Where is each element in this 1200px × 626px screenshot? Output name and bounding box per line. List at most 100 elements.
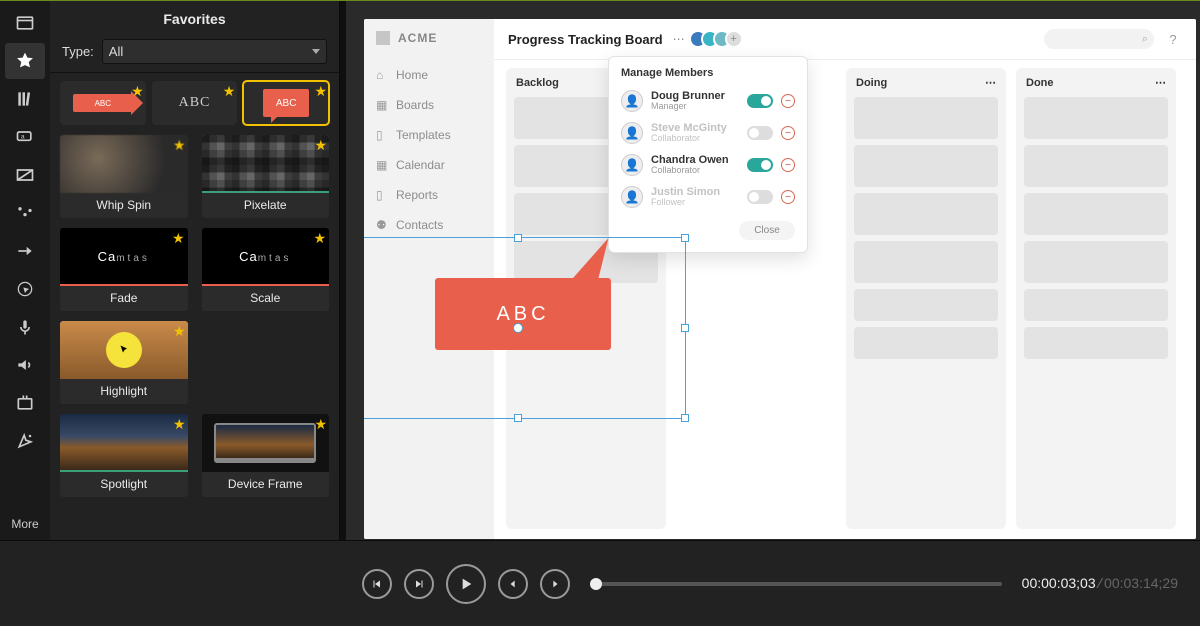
abc-text-icon: ABC xyxy=(179,95,211,111)
fav-card-whip-spin[interactable]: ★ Whip Spin xyxy=(60,135,188,218)
tool-audio-effects[interactable] xyxy=(5,347,45,383)
board-avatars[interactable]: + xyxy=(695,30,743,48)
canvas-area: ACME ⌂Home ▦Boards ▯Templates ▦Calendar … xyxy=(346,1,1200,541)
fav-card-scale[interactable]: Camtas★ Scale xyxy=(202,228,330,311)
card-placeholder[interactable] xyxy=(854,327,998,359)
member-toggle[interactable] xyxy=(747,126,773,140)
card-placeholder[interactable] xyxy=(854,145,998,187)
column-doing: Doing⋯ xyxy=(846,68,1006,529)
favorites-panel: Favorites Type: All ABC ★ ABC ★ ABC xyxy=(50,1,340,541)
star-icon[interactable]: ★ xyxy=(173,137,186,154)
avatar-icon: 👤 xyxy=(621,154,643,176)
card-placeholder[interactable] xyxy=(854,193,998,235)
type-label: Type: xyxy=(62,44,94,59)
star-icon[interactable]: ★ xyxy=(313,230,327,247)
tool-behaviors[interactable] xyxy=(5,195,45,231)
mock-search[interactable]: ⌕ xyxy=(1044,29,1154,49)
card-placeholder[interactable] xyxy=(1024,289,1168,321)
column-done: Done ⋯ xyxy=(1016,68,1176,529)
star-icon[interactable]: ★ xyxy=(314,416,327,433)
resize-handle[interactable] xyxy=(681,414,689,422)
fav-card-device-frame[interactable]: ★ Device Frame xyxy=(202,414,330,497)
mock-nav-calendar[interactable]: ▦Calendar xyxy=(364,151,494,179)
tool-interactivity[interactable] xyxy=(5,423,45,459)
card-placeholder[interactable] xyxy=(854,97,998,139)
play-button[interactable] xyxy=(446,564,486,604)
next-clip-button[interactable] xyxy=(540,569,570,599)
remove-member-icon[interactable]: − xyxy=(781,94,795,108)
fav-card-highlight[interactable]: ★ Highlight xyxy=(60,321,188,404)
callout-annotation[interactable]: ABC xyxy=(435,278,611,350)
card-placeholder[interactable] xyxy=(1024,145,1168,187)
tool-transitions[interactable] xyxy=(5,157,45,193)
star-icon[interactable]: ★ xyxy=(223,83,236,100)
fav-label: Scale xyxy=(202,286,330,311)
tool-library[interactable] xyxy=(5,81,45,117)
card-placeholder[interactable] xyxy=(1024,241,1168,283)
star-icon[interactable]: ★ xyxy=(131,83,144,100)
next-frame-button[interactable] xyxy=(404,569,434,599)
scrub-knob[interactable] xyxy=(590,578,602,590)
tool-cursor-effects[interactable] xyxy=(5,271,45,307)
star-icon[interactable]: ★ xyxy=(173,323,186,340)
fav-arrow-callout[interactable]: ABC ★ xyxy=(60,81,146,125)
tool-voice[interactable] xyxy=(5,309,45,345)
fav-label: Spotlight xyxy=(60,472,188,497)
scrub-bar[interactable] xyxy=(590,582,1002,586)
tool-animations[interactable] xyxy=(5,233,45,269)
resize-handle[interactable] xyxy=(681,234,689,242)
resize-handle[interactable] xyxy=(681,324,689,332)
star-icon[interactable]: ★ xyxy=(314,83,327,100)
tool-annotations[interactable]: a xyxy=(5,119,45,155)
resize-handle[interactable] xyxy=(514,234,522,242)
board-menu-icon[interactable]: ⋯ xyxy=(673,32,685,46)
rotate-handle[interactable] xyxy=(513,323,523,333)
popup-close-button[interactable]: Close xyxy=(739,221,795,240)
mock-nav-contacts[interactable]: ⚉Contacts xyxy=(364,211,494,239)
column-title: Done xyxy=(1026,77,1054,89)
mock-nav-home[interactable]: ⌂Home xyxy=(364,61,494,89)
fav-label: Whip Spin xyxy=(60,193,188,218)
column-menu-icon[interactable]: ⋯ xyxy=(985,76,996,89)
tool-visual-effects[interactable] xyxy=(5,385,45,421)
mock-nav-reports[interactable]: ▯Reports xyxy=(364,181,494,209)
fav-label: Pixelate xyxy=(202,193,330,218)
tool-media-bin[interactable] xyxy=(5,5,45,41)
prev-frame-button[interactable] xyxy=(362,569,392,599)
star-icon[interactable]: ★ xyxy=(314,137,327,154)
card-placeholder[interactable] xyxy=(1024,97,1168,139)
fav-card-spotlight[interactable]: ★ Spotlight xyxy=(60,414,188,497)
member-toggle[interactable] xyxy=(747,190,773,204)
fav-speech-callout[interactable]: ABC ★ xyxy=(243,81,329,125)
column-menu-icon[interactable]: ⋯ xyxy=(1155,76,1166,89)
prev-clip-button[interactable] xyxy=(498,569,528,599)
mock-nav-templates[interactable]: ▯Templates xyxy=(364,121,494,149)
member-toggle[interactable] xyxy=(747,94,773,108)
timecode: 00:00:03;03/00:03:14;29 xyxy=(1022,575,1178,593)
preview-canvas[interactable]: ACME ⌂Home ▦Boards ▯Templates ▦Calendar … xyxy=(364,19,1196,539)
type-select[interactable]: All xyxy=(102,39,327,64)
fav-card-pixelate[interactable]: ★ Pixelate xyxy=(202,135,330,218)
callout-selection[interactable]: ABC xyxy=(364,237,686,419)
remove-member-icon[interactable]: − xyxy=(781,126,795,140)
star-icon[interactable]: ★ xyxy=(173,416,186,433)
mock-help[interactable]: ? xyxy=(1164,32,1182,47)
card-placeholder[interactable] xyxy=(854,289,998,321)
fav-card-fade[interactable]: Camtas★ Fade xyxy=(60,228,188,311)
remove-member-icon[interactable]: − xyxy=(781,190,795,204)
fav-text-abc[interactable]: ABC ★ xyxy=(152,81,238,125)
resize-handle[interactable] xyxy=(514,414,522,422)
search-icon: ⌕ xyxy=(1142,33,1148,46)
card-placeholder[interactable] xyxy=(854,241,998,283)
mock-nav-boards[interactable]: ▦Boards xyxy=(364,91,494,119)
card-placeholder[interactable] xyxy=(1024,193,1168,235)
tool-favorites[interactable] xyxy=(5,43,45,79)
card-placeholder[interactable] xyxy=(1024,327,1168,359)
file-icon: ▯ xyxy=(376,128,388,142)
member-toggle[interactable] xyxy=(747,158,773,172)
playback-bar: 00:00:03;03/00:03:14;29 xyxy=(0,540,1200,626)
star-icon[interactable]: ★ xyxy=(172,230,186,247)
tool-more[interactable]: More xyxy=(11,509,38,541)
remove-member-icon[interactable]: − xyxy=(781,158,795,172)
member-row: 👤 Chandra OwenCollaborator − xyxy=(609,149,807,181)
